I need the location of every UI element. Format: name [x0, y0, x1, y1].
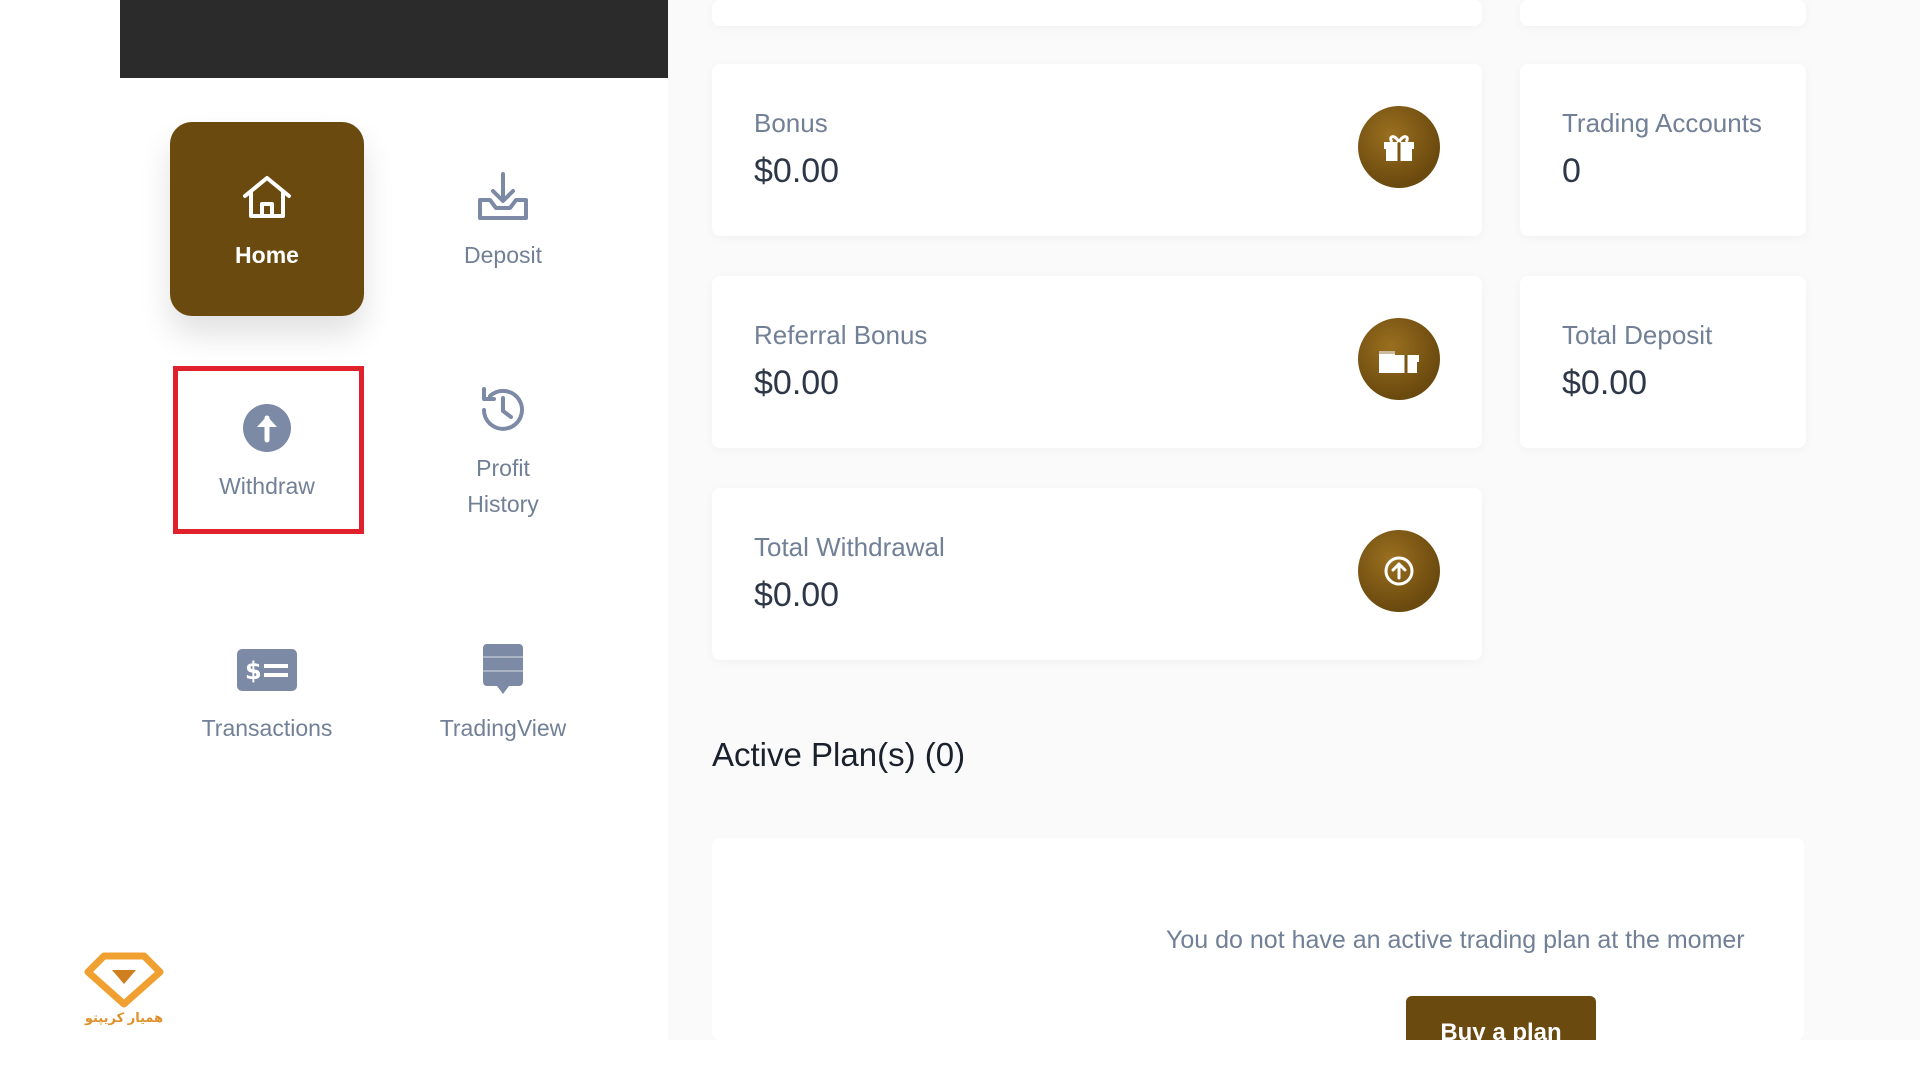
diamond-logo-icon — [84, 952, 164, 1008]
stat-value: 0 — [1562, 152, 1581, 190]
home-icon — [235, 165, 299, 229]
sidebar-header-bar — [120, 0, 668, 78]
page-bottom-strip — [0, 1040, 1920, 1080]
sidebar-item-transactions[interactable]: $ Transactions — [170, 612, 364, 772]
gift-icon — [1358, 106, 1440, 188]
stat-card-total-withdrawal: Total Withdrawal $0.00 — [712, 488, 1482, 660]
stat-label: Bonus — [754, 108, 828, 138]
stat-card-total-deposit: Total Deposit $0.00 — [1520, 276, 1806, 448]
sidebar-item-label: Profit History — [467, 455, 539, 517]
sidebar-item-home[interactable]: Home — [170, 122, 364, 316]
dollar-bill-icon: $ — [235, 638, 299, 702]
withdraw-highlight-box — [173, 366, 364, 534]
stat-label: Referral Bonus — [754, 320, 928, 350]
sidebar-item-deposit[interactable]: Deposit — [406, 122, 600, 316]
svg-text:$: $ — [245, 657, 262, 685]
sidebar-item-label: Transactions — [201, 715, 333, 741]
buy-plan-button[interactable]: Buy a plan — [1406, 996, 1596, 1040]
gifts-icon — [1358, 318, 1440, 400]
stat-card-referral-bonus: Referral Bonus $0.00 — [712, 276, 1482, 448]
stat-value: $0.00 — [754, 364, 840, 402]
stat-label: Trading Accounts — [1562, 108, 1762, 138]
sidebar-item-tradingview[interactable]: TradingView — [406, 612, 600, 772]
sidebar-item-label: Deposit — [464, 242, 542, 268]
stat-label: Total Withdrawal — [754, 532, 945, 562]
active-plans-title: Active Plan(s) (0) — [712, 736, 966, 773]
buy-plan-button-label: Buy a plan — [1440, 1019, 1562, 1040]
stat-card-partial — [1520, 0, 1806, 26]
stat-label: Total Deposit — [1562, 320, 1713, 350]
stat-value: $0.00 — [754, 576, 840, 614]
stat-card-trading-accounts: Trading Accounts 0 — [1520, 64, 1806, 236]
empty-plans-message: You do not have an active trading plan a… — [1166, 926, 1745, 954]
stat-value: $0.00 — [1562, 364, 1648, 402]
stat-card-partial — [712, 0, 1482, 26]
watermark-text: همیار کریپتو — [84, 1010, 164, 1025]
stat-value: $0.00 — [754, 152, 840, 190]
sidebar-item-label: Home — [235, 242, 299, 268]
sidebar-item-label: TradingView — [439, 715, 567, 741]
download-tray-icon — [471, 165, 535, 229]
arrow-up-circle-icon — [1358, 530, 1440, 612]
stat-card-bonus: Bonus $0.00 — [712, 64, 1482, 236]
history-clock-icon — [471, 378, 535, 442]
watermark-logo: همیار کریپتو — [82, 950, 166, 1030]
sidebar-item-profit-history[interactable]: Profit History — [406, 370, 600, 530]
chat-bubble-icon — [471, 638, 535, 702]
